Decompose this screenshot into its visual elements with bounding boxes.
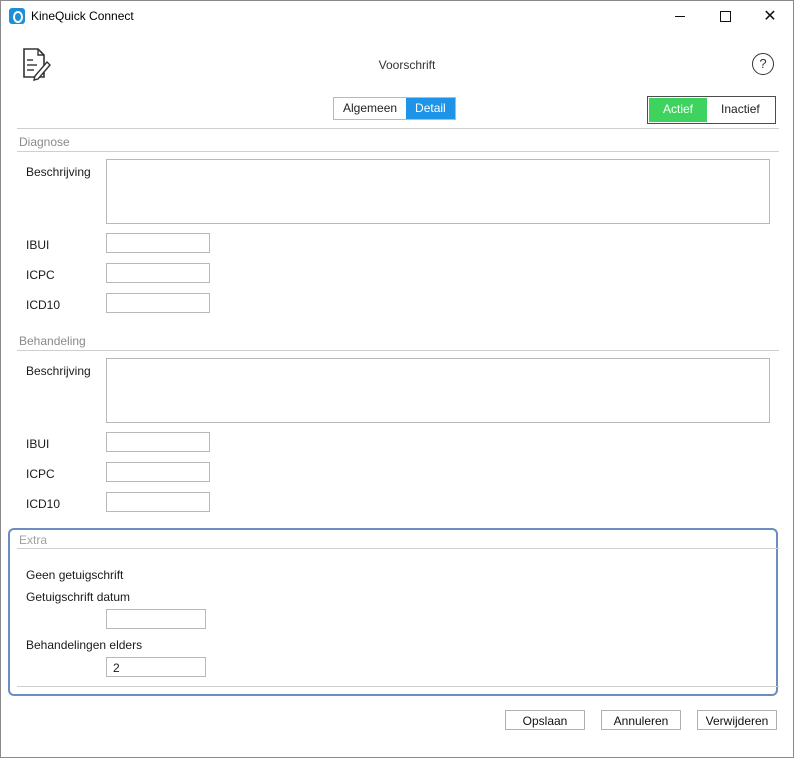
geen-getuigschrift-label[interactable]: Geen getuigschrift	[26, 568, 123, 582]
section-title-behandeling: Behandeling	[19, 334, 86, 348]
diagnose-icpc-label: ICPC	[26, 268, 55, 282]
behandeling-ibui-label: IBUI	[26, 437, 50, 451]
behandelingen-elders-label: Behandelingen elders	[26, 638, 143, 652]
status-inactive-button[interactable]: Inactief	[707, 98, 774, 122]
delete-button[interactable]: Verwijderen	[697, 710, 777, 730]
diagnose-ibui-label: IBUI	[26, 238, 50, 252]
save-button[interactable]: Opslaan	[505, 710, 585, 730]
divider	[17, 686, 779, 687]
divider	[17, 350, 779, 351]
diagnose-beschrijving-label: Beschrijving	[26, 165, 91, 179]
status-active-button[interactable]: Actief	[649, 98, 708, 122]
diagnose-icd10-field[interactable]	[106, 293, 210, 313]
divider	[17, 128, 779, 129]
section-title-extra: Extra	[19, 533, 48, 547]
minimize-icon	[675, 15, 685, 17]
diagnose-beschrijving-field[interactable]	[106, 159, 770, 224]
divider	[17, 151, 779, 152]
close-icon: ✕	[763, 8, 777, 25]
close-button[interactable]: ✕	[747, 1, 793, 31]
getuigschrift-datum-label: Getuigschrift datum	[26, 590, 131, 604]
getuigschrift-datum-field[interactable]	[106, 609, 206, 629]
maximize-icon	[719, 10, 731, 22]
behandeling-beschrijving-field[interactable]	[106, 358, 770, 423]
diagnose-icpc-field[interactable]	[106, 263, 210, 283]
diagnose-ibui-field[interactable]	[106, 233, 210, 253]
divider	[17, 548, 779, 549]
behandeling-icd10-field[interactable]	[106, 492, 210, 512]
app-window: KineQuick Connect ✕ Voorschrift ? Algeme…	[0, 0, 794, 758]
kinequick-icon	[9, 8, 25, 24]
status-toggle: Actief Inactief	[647, 96, 776, 124]
tab-bar: Algemeen Detail	[333, 97, 456, 120]
window-title: KineQuick Connect	[31, 9, 134, 23]
maximize-button[interactable]	[702, 1, 748, 31]
minimize-button[interactable]	[657, 1, 703, 31]
behandeling-icpc-field[interactable]	[106, 462, 210, 482]
tab-detail[interactable]: Detail	[406, 98, 455, 119]
title-bar: KineQuick Connect ✕	[1, 1, 793, 31]
tab-algemeen[interactable]: Algemeen	[334, 98, 407, 119]
diagnose-icd10-label: ICD10	[26, 298, 61, 312]
behandeling-icpc-label: ICPC	[26, 467, 55, 481]
help-icon[interactable]: ?	[752, 53, 774, 75]
behandelingen-elders-field[interactable]: 2	[106, 657, 206, 677]
behandeling-ibui-field[interactable]	[106, 432, 210, 452]
cancel-button[interactable]: Annuleren	[601, 710, 681, 730]
behandeling-beschrijving-label: Beschrijving	[26, 364, 91, 378]
behandeling-icd10-label: ICD10	[26, 497, 61, 511]
section-title-diagnose: Diagnose	[19, 135, 70, 149]
page-title: Voorschrift	[378, 58, 436, 72]
